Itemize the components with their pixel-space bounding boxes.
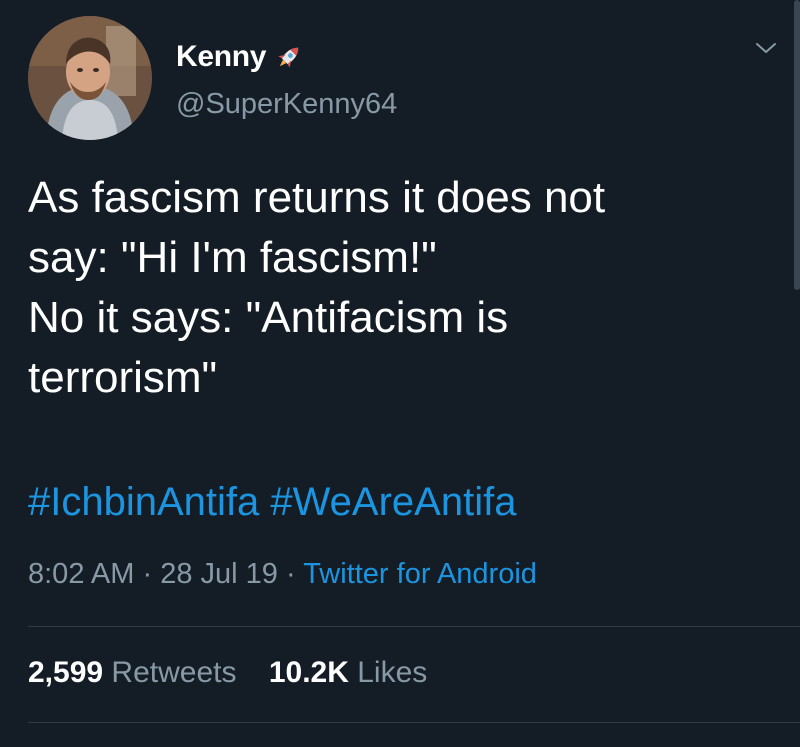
tweet-hashtags: #IchbinAntifa #WeAreAntifa [28,480,516,525]
tweet-stats: 2,599 Retweets 10.2K Likes [28,656,427,690]
retweets-stat[interactable]: 2,599 Retweets [28,656,245,689]
likes-stat[interactable]: 10.2K Likes [269,656,427,689]
scrollbar[interactable] [794,0,800,290]
tweet-date[interactable]: 28 Jul 19 [160,558,278,590]
meta-separator: · [285,558,296,590]
hashtag-link[interactable]: #WeAreAntifa [270,480,516,524]
display-name[interactable]: Kenny [176,40,266,74]
tweet-text: As fascism returns it does not say: "Hi … [28,173,606,402]
retweets-count: 2,599 [28,656,104,689]
avatar[interactable] [28,16,152,140]
tweet-meta: 8:02 AM · 28 Jul 19 · Twitter for Androi… [28,558,537,591]
likes-count: 10.2K [268,656,349,689]
tweet-card: Kenny @SuperKenny64 As fascism returns i… [0,0,800,747]
likes-label: Likes [357,656,428,689]
chevron-down-icon[interactable] [754,36,778,60]
tweet-source-link[interactable]: Twitter for Android [303,558,537,590]
retweets-label: Retweets [111,656,237,689]
rocket-icon [278,47,299,68]
user-names: Kenny @SuperKenny64 [176,40,397,121]
divider [28,722,800,723]
tweet-time[interactable]: 8:02 AM [28,558,134,590]
meta-separator: · [142,558,153,590]
hashtag-link[interactable]: #IchbinAntifa [28,480,259,524]
avatar-image [28,16,152,140]
display-name-row: Kenny [176,40,397,74]
user-handle[interactable]: @SuperKenny64 [176,88,397,121]
divider [28,626,800,627]
tweet-header: Kenny @SuperKenny64 [28,16,397,140]
